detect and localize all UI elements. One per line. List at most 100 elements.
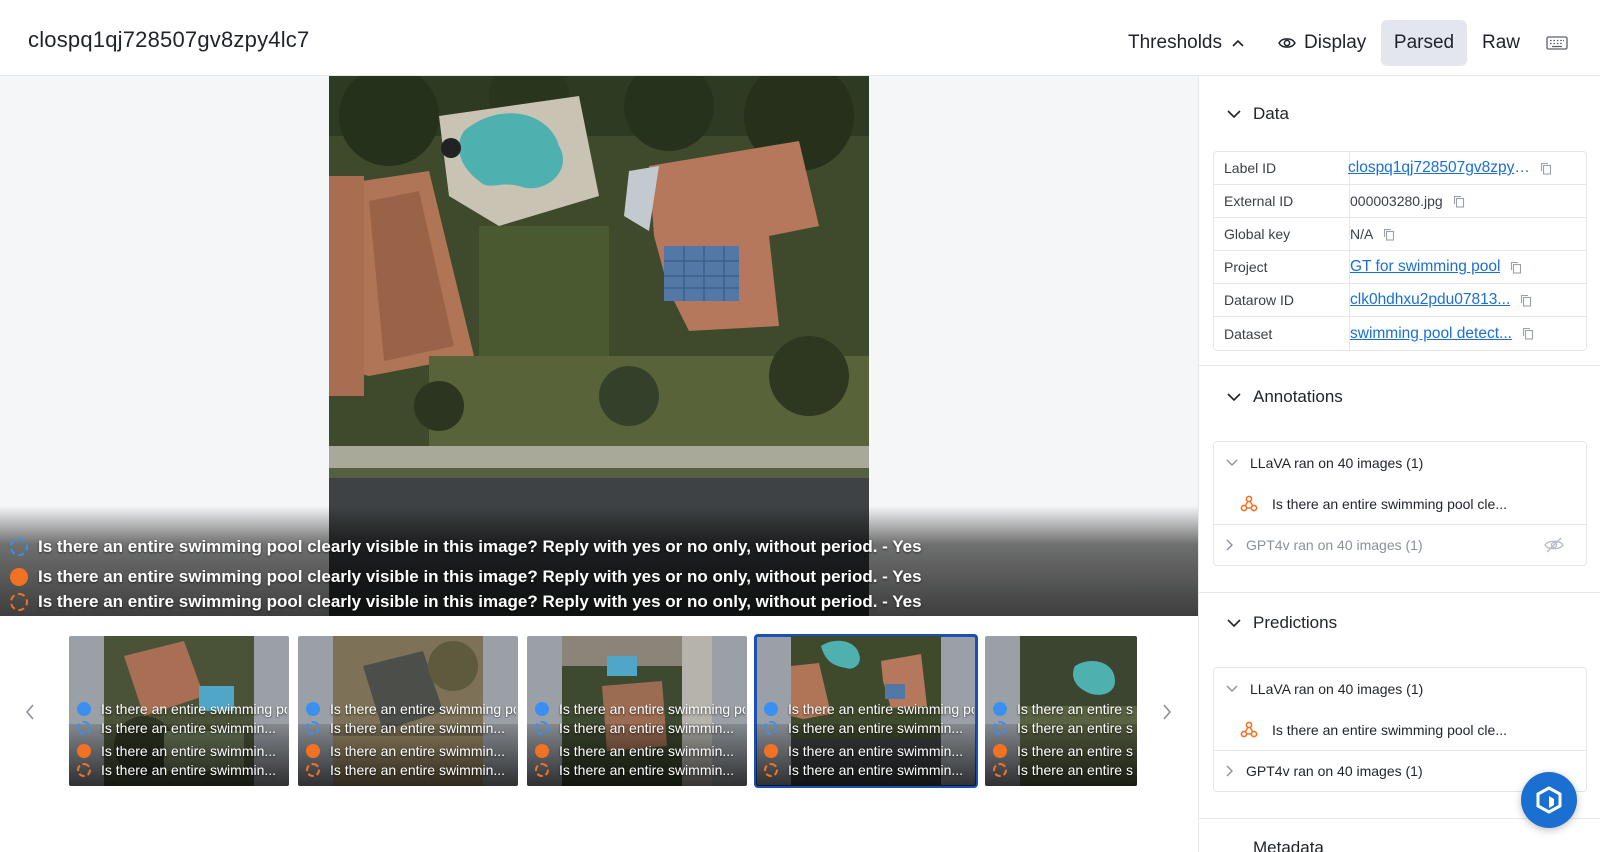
thumbnail[interactable]: Is there an entire swimming pool Is ther… bbox=[527, 636, 747, 786]
thumbnail-caption: Is there an entire swimmin... bbox=[993, 719, 1133, 737]
chevron-down-icon bbox=[1226, 459, 1238, 466]
thumbnail-caption: Is there an entire swimmin... bbox=[535, 761, 745, 779]
section-title: Data bbox=[1253, 104, 1289, 123]
row-key: Global key bbox=[1214, 218, 1350, 250]
thumbnail-strip: Is there an entire swimming pool Is ther… bbox=[0, 616, 1198, 852]
metadata-section-header[interactable]: Metadata bbox=[1227, 838, 1324, 852]
copy-icon[interactable] bbox=[1453, 195, 1465, 208]
row-key: Dataset bbox=[1214, 317, 1350, 350]
page-title: clospq1qj728507gv8zpy4lc7 bbox=[28, 27, 310, 52]
caption-text: Is there an entire swimming pool clearly… bbox=[38, 592, 922, 611]
thumbnail-caption: Is there an entire swimmin... bbox=[77, 719, 287, 737]
image-viewer[interactable]: Is there an entire swimming pool clearly… bbox=[0, 76, 1198, 616]
prediction-group-llava[interactable]: LLaVA ran on 40 images (1) bbox=[1214, 668, 1586, 709]
row-key: Datarow ID bbox=[1214, 284, 1350, 316]
thumbnail-caption: Is there an entire swimmin... bbox=[993, 761, 1133, 779]
thumbnail-caption: Is there an entire swimming pool bbox=[77, 700, 287, 718]
row-key: Project bbox=[1214, 251, 1350, 283]
project-link[interactable]: GT for swimming pool bbox=[1350, 258, 1500, 276]
thumbnail-caption: Is there an entire swimmin... bbox=[535, 719, 745, 737]
section-title: Predictions bbox=[1253, 613, 1338, 632]
chevron-right-icon bbox=[1163, 704, 1172, 720]
thumbnail-caption: Is there an entire swimmin... bbox=[306, 742, 516, 760]
table-row: Datarow ID clk0hdhxu2pdu07813... bbox=[1214, 284, 1586, 317]
row-key: External ID bbox=[1214, 185, 1350, 217]
thumbnail-caption: Is there an entire swimming pool bbox=[306, 700, 516, 718]
classification-icon bbox=[1240, 495, 1258, 513]
chevron-down-icon bbox=[1227, 618, 1241, 627]
table-row: Dataset swimming pool detect... bbox=[1214, 317, 1586, 350]
chevron-up-icon bbox=[1232, 39, 1244, 47]
thumbnail-caption: Is there an entire swimming pool bbox=[993, 700, 1133, 718]
dashed-circle-icon bbox=[10, 538, 28, 556]
thumbnail-caption: Is there an entire swimmin... bbox=[77, 742, 287, 760]
raw-toggle[interactable]: Raw bbox=[1480, 20, 1522, 66]
keyboard-icon bbox=[1546, 36, 1568, 50]
thumbnail[interactable]: Is there an entire swimming pool Is ther… bbox=[985, 636, 1137, 786]
copy-icon[interactable] bbox=[1522, 327, 1534, 340]
display-label: Display bbox=[1304, 32, 1367, 53]
filled-circle-icon bbox=[10, 568, 28, 586]
thumbnail[interactable]: Is there an entire swimming pool Is ther… bbox=[298, 636, 518, 786]
thumbnail-caption: Is there an entire swimming pool bbox=[764, 700, 974, 718]
copy-icon[interactable] bbox=[1540, 162, 1552, 175]
row-key: Label ID bbox=[1214, 152, 1350, 184]
dataset-link[interactable]: swimming pool detect... bbox=[1350, 325, 1512, 343]
parsed-toggle[interactable]: Parsed bbox=[1381, 20, 1467, 66]
chevron-down-icon bbox=[1227, 392, 1241, 401]
annotation-group-llava[interactable]: LLaVA ran on 40 images (1) bbox=[1214, 442, 1586, 483]
chevron-down-icon bbox=[1226, 685, 1238, 692]
thumbnail-caption: Is there an entire swimmin... bbox=[993, 742, 1133, 760]
thumbnail-selected[interactable]: Is there an entire swimming pool Is ther… bbox=[754, 634, 978, 788]
annotations-list: LLaVA ran on 40 images (1) Is there an e… bbox=[1213, 441, 1587, 566]
thumbnail-caption: Is there an entire swimming pool bbox=[535, 700, 745, 718]
thresholds-label: Thresholds bbox=[1128, 32, 1222, 53]
cube-logo-icon bbox=[1536, 786, 1562, 814]
copy-icon[interactable] bbox=[1510, 261, 1522, 274]
thumbnail-caption: Is there an entire swimmin... bbox=[306, 719, 516, 737]
thumbnail-caption: Is there an entire swimmin... bbox=[77, 761, 287, 779]
annotation-item[interactable]: Is there an entire swimming pool cle... bbox=[1214, 483, 1586, 524]
table-row: Global key N/A bbox=[1214, 218, 1586, 251]
caption-text: Is there an entire swimming pool clearly… bbox=[38, 567, 922, 586]
caption-annotation: Is there an entire swimming pool clearly… bbox=[10, 536, 922, 558]
annotation-group-gpt4v[interactable]: GPT4v ran on 40 images (1) bbox=[1214, 524, 1586, 565]
display-button[interactable]: Display bbox=[1278, 20, 1366, 66]
external-id-value: 000003280.jpg bbox=[1350, 193, 1443, 209]
top-bar: clospq1qj728507gv8zpy4lc7 Thresholds Dis… bbox=[0, 0, 1600, 76]
prediction-item[interactable]: Is there an entire swimming pool cle... bbox=[1214, 709, 1586, 750]
eye-off-icon[interactable] bbox=[1544, 537, 1564, 556]
section-title: Annotations bbox=[1253, 387, 1343, 406]
help-fab-button[interactable] bbox=[1521, 772, 1577, 828]
thumbnail-caption: Is there an entire swimmin... bbox=[764, 719, 974, 737]
caption-prediction-llava: Is there an entire swimming pool clearly… bbox=[10, 566, 922, 588]
chevron-right-icon bbox=[1226, 539, 1233, 551]
eye-icon bbox=[1278, 38, 1296, 48]
data-section-header[interactable]: Data bbox=[1227, 102, 1289, 126]
predictions-list: LLaVA ran on 40 images (1) Is there an e… bbox=[1213, 667, 1587, 792]
next-arrow[interactable] bbox=[1153, 698, 1181, 726]
section-title: Metadata bbox=[1253, 838, 1324, 852]
keyboard-shortcuts-button[interactable] bbox=[1545, 20, 1569, 66]
label-id-link[interactable]: clospq1qj728507gv8zpy4lc7 bbox=[1348, 159, 1530, 177]
classification-icon bbox=[1240, 721, 1258, 739]
table-row: External ID 000003280.jpg bbox=[1214, 185, 1586, 218]
caption-prediction-gpt4v: Is there an entire swimming pool clearly… bbox=[10, 591, 922, 613]
prev-arrow[interactable] bbox=[16, 698, 44, 726]
chevron-right-icon bbox=[1226, 765, 1233, 777]
thumbnail[interactable]: Is there an entire swimming pool Is ther… bbox=[69, 636, 289, 786]
dashed-circle-icon bbox=[10, 593, 28, 611]
details-panel: Data Label ID clospq1qj728507gv8zpy4lc7 … bbox=[1198, 76, 1600, 852]
caption-text: Is there an entire swimming pool clearly… bbox=[38, 537, 922, 556]
thresholds-button[interactable]: Thresholds bbox=[1128, 20, 1244, 66]
table-row: Label ID clospq1qj728507gv8zpy4lc7 bbox=[1214, 152, 1586, 185]
divider bbox=[1199, 365, 1600, 366]
chevron-down-icon bbox=[1227, 109, 1241, 118]
thumbnail-caption: Is there an entire swimmin... bbox=[306, 761, 516, 779]
copy-icon[interactable] bbox=[1520, 294, 1532, 307]
copy-icon[interactable] bbox=[1383, 228, 1395, 241]
thumbnail-caption: Is there an entire swimmin... bbox=[764, 742, 974, 760]
annotations-section-header[interactable]: Annotations bbox=[1227, 385, 1343, 409]
predictions-section-header[interactable]: Predictions bbox=[1227, 611, 1337, 635]
datarow-id-link[interactable]: clk0hdhxu2pdu07813... bbox=[1350, 291, 1510, 309]
